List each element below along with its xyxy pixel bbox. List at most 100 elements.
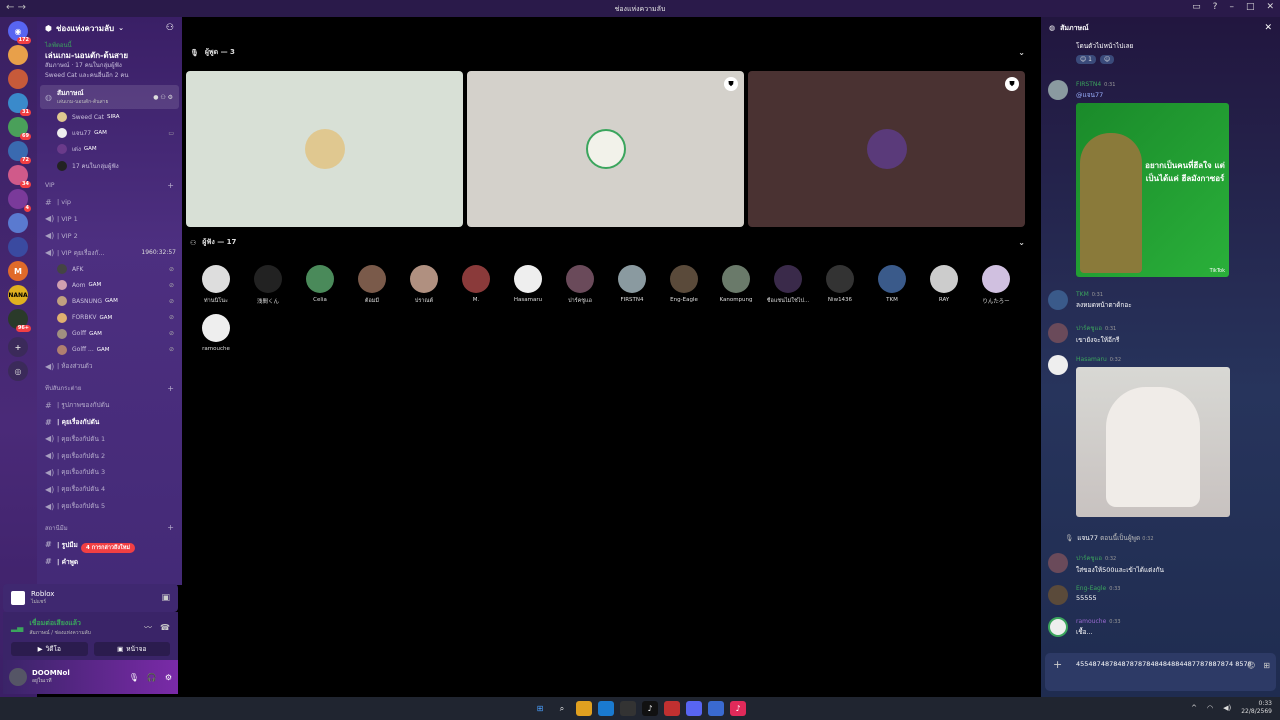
gear-icon[interactable]: ⚙ — [165, 673, 172, 682]
voice-user[interactable]: AFK ⊘ — [37, 261, 182, 277]
server-icon[interactable] — [8, 69, 28, 89]
minimize-icon[interactable]: – — [1229, 2, 1234, 12]
audience-member[interactable]: Kanompung — [712, 265, 760, 303]
audience-member[interactable]: Celia — [296, 265, 344, 303]
voice-channel[interactable]: ◀) | คุยเรื่องกัปตัน 1 — [37, 430, 182, 447]
add-reaction-icon[interactable]: ☺ — [1100, 55, 1115, 64]
server-icon[interactable]: 72 — [8, 141, 31, 164]
server-icon[interactable]: M — [8, 261, 28, 281]
text-channel[interactable]: # | vip — [37, 194, 182, 211]
attachment-image[interactable]: อยากเป็นคนที่ฮีลใจ แต่เป็นได้แค่ ฮีลมังก… — [1076, 103, 1229, 277]
app-icon[interactable] — [664, 701, 680, 716]
voice-channel[interactable]: ◀) | ห้องส่วนตัว — [37, 358, 182, 375]
emoji-icon[interactable]: ☺ — [1247, 660, 1255, 671]
app-icon[interactable] — [708, 701, 724, 716]
audience-member[interactable]: TKM — [868, 265, 916, 303]
window-controls[interactable]: ▭ ? – □ ✕ — [1192, 2, 1274, 12]
voice-path[interactable]: สัมภาษณ์ / ช่องแห่งความลับ — [29, 629, 91, 637]
voice-channel[interactable]: ◀) | คุยเรื่องกัปตัน 3 — [37, 464, 182, 481]
server-icon[interactable] — [8, 45, 28, 65]
mention[interactable]: @แจน77 — [1076, 90, 1276, 100]
voice-channel[interactable]: ◀) | VIP คุยเรื่องกั... 1960:32:57 — [37, 244, 182, 261]
stage-user[interactable]: Sweed Cat SIRA — [37, 109, 182, 125]
store-icon[interactable] — [620, 701, 636, 716]
voice-channel[interactable]: ◀) | คุยเรื่องกัปตัน 5 — [37, 498, 182, 515]
speaker-tile[interactable] — [186, 71, 463, 227]
discord-icon[interactable] — [686, 701, 702, 716]
audience-member[interactable]: Hasamaru — [504, 265, 552, 303]
audience-member[interactable]: Niw1436 — [816, 265, 864, 303]
voice-user[interactable]: BASNUNG GAM ⊘ — [37, 293, 182, 309]
text-channel[interactable]: # | คำพูด 4 การกล่าวถึงใหม่ — [37, 543, 182, 570]
server-icon[interactable]: 34 — [8, 165, 31, 188]
add-channel-icon[interactable]: + — [167, 523, 174, 532]
headphones-icon[interactable]: 🎧 — [147, 673, 157, 682]
chat-input[interactable]: + 45548748784878787848484884487787887874… — [1045, 653, 1276, 691]
maximize-icon[interactable]: □ — [1246, 2, 1255, 12]
category-meme[interactable]: สถานีมีม + — [37, 519, 182, 536]
discover-icon[interactable]: ◎ — [8, 361, 28, 381]
reaction-chip[interactable]: 😊 1 — [1076, 55, 1096, 64]
stage-audience-count[interactable]: 17 คนในกลุ่มผู้ฟัง — [37, 158, 182, 174]
apps-icon[interactable]: ⊞ — [1263, 660, 1270, 671]
voice-channel[interactable]: ◀) | คุยเรื่องกัปตัน 2 — [37, 447, 182, 464]
new-mentions-pill[interactable]: 4 การกล่าวถึงใหม่ — [81, 543, 135, 554]
stage-user[interactable]: แจน77 GAM ▭ — [37, 125, 182, 141]
voice-user[interactable]: Golff ... GAM ⊘ — [37, 342, 182, 358]
close-icon[interactable]: ✕ — [1266, 2, 1274, 12]
voice-user[interactable]: FORBKV GAM ⊘ — [37, 310, 182, 326]
tiktok-icon[interactable]: ♪ — [730, 701, 746, 716]
clock[interactable]: 0:33 22/8/2569 — [1241, 700, 1272, 716]
folder-icon[interactable] — [576, 701, 592, 716]
category-captain[interactable]: ทีปสันกระต่าย + — [37, 380, 182, 397]
avatar[interactable] — [1048, 585, 1068, 605]
avatar[interactable] — [1048, 553, 1068, 573]
screen-share-icon[interactable]: ▣ — [161, 593, 170, 603]
avatar[interactable] — [1048, 290, 1068, 310]
invite-icon[interactable]: ⚇ — [166, 23, 174, 33]
search-icon[interactable]: ⌕ — [554, 701, 570, 716]
audience-header[interactable]: ⚇ ผู้ฟัง — 17 ⌄ — [190, 237, 1025, 248]
voice-channel[interactable]: ◀) | คุยเรื่องกัปตัน 4 — [37, 481, 182, 498]
audience-member[interactable]: ปราณต์ — [400, 265, 448, 305]
voice-user[interactable]: Aom GAM ⊘ — [37, 277, 182, 293]
audience-member[interactable]: RAY — [920, 265, 968, 303]
tiktok-icon[interactable]: ♪ — [642, 701, 658, 716]
volume-icon[interactable]: ◀) — [1223, 704, 1231, 712]
inbox-icon[interactable]: ▭ — [1192, 2, 1201, 12]
edge-icon[interactable] — [598, 701, 614, 716]
add-channel-icon[interactable]: + — [167, 181, 174, 190]
avatar[interactable] — [1048, 323, 1068, 343]
audience-member[interactable]: ต้อมมี่ — [348, 265, 396, 305]
activity-panel[interactable]: Roblox ไม่แชร์ ▣ — [3, 584, 178, 612]
server-icon[interactable] — [8, 213, 28, 233]
video-button[interactable]: ▶ วิดีโอ — [11, 642, 88, 656]
avatar[interactable] — [1048, 80, 1068, 100]
server-header[interactable]: ⬢ ช่องแห่งความลับ ⌄ ⚇ — [37, 17, 182, 39]
audience-member[interactable]: ปาร์คชูแอ — [556, 265, 604, 305]
microphone-icon[interactable]: 🎙 — [129, 673, 139, 682]
add-channel-icon[interactable]: + — [167, 384, 174, 393]
wifi-icon[interactable]: ◠ — [1207, 704, 1213, 712]
voice-channel[interactable]: ◀) | VIP 1 — [37, 211, 182, 228]
channel-actions[interactable]: ● ⚇ ⚙ — [153, 94, 173, 101]
add-server-icon[interactable]: + — [8, 337, 28, 357]
server-icon[interactable]: 69 — [8, 117, 31, 140]
category-vip[interactable]: VIP + — [37, 177, 182, 194]
server-icon[interactable] — [8, 237, 28, 257]
speakers-header[interactable]: 🎙 ผู้พูด — 3 ⌄ — [190, 47, 1025, 58]
close-icon[interactable]: ✕ — [1264, 23, 1272, 33]
avatar[interactable] — [1048, 617, 1068, 637]
stage-event-card[interactable]: ไลฟ์ตอนนี้ เล่นเกม-นอนตัก-ต้นสาย สัมภาษณ… — [37, 39, 182, 83]
noise-icon[interactable]: 〰 — [144, 622, 152, 633]
server-icon[interactable]: 96+ — [8, 309, 31, 332]
disconnect-icon[interactable]: ☎ — [160, 623, 170, 632]
avatar[interactable] — [1048, 355, 1068, 375]
server-icon[interactable]: NANA — [8, 285, 28, 305]
attach-plus-icon[interactable]: + — [1053, 659, 1062, 670]
voice-user[interactable]: Golff GAM ⊘ — [37, 326, 182, 342]
screen-button[interactable]: ▣ หน้าจอ — [93, 642, 170, 656]
help-icon[interactable]: ? — [1213, 2, 1218, 12]
server-icon[interactable]: 31 — [8, 93, 31, 116]
start-icon[interactable]: ⊞ — [532, 701, 548, 716]
